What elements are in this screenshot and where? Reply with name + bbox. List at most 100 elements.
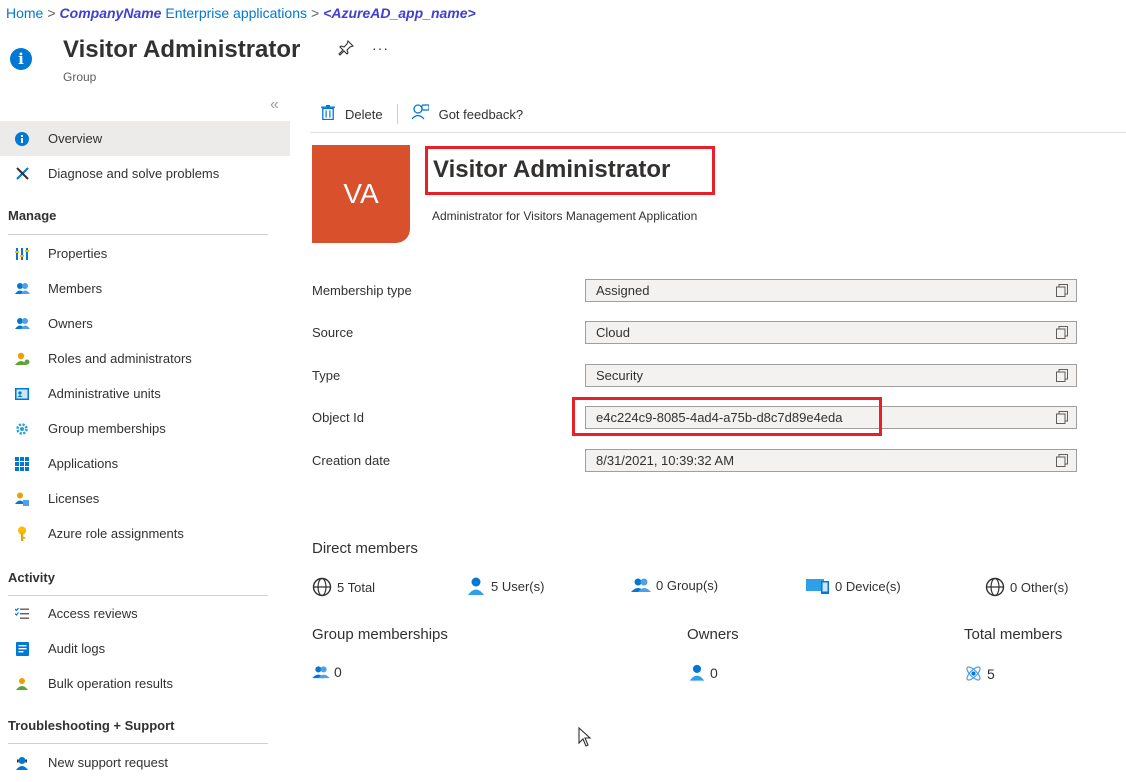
command-bar: Delete Got feedback?: [321, 104, 523, 124]
sidebar-item-label: Roles and administrators: [48, 351, 192, 366]
sidebar-item-label: Members: [48, 281, 103, 296]
section-header-manage: Manage: [8, 208, 57, 223]
owners-value: 0: [710, 664, 718, 681]
section-header-activity: Activity: [8, 570, 55, 585]
sidebar-item-properties[interactable]: Properties: [0, 236, 290, 271]
feedback-icon: [411, 104, 430, 124]
breadcrumb: Home > CompanyName Enterprise applications…: [6, 5, 476, 21]
group-name: Visitor Administrator: [433, 156, 671, 183]
total-members-value: 5: [987, 665, 995, 682]
breadcrumb-company[interactable]: CompanyName: [60, 5, 162, 21]
property-field-creation-date[interactable]: 8/31/2021, 10:39:32 AM: [585, 449, 1077, 472]
direct-members-users-value: 5 User(s): [491, 578, 545, 594]
sidebar-item-label: Licenses: [48, 491, 100, 506]
owners-icon: [14, 316, 30, 332]
toolbar-divider-line: [310, 132, 1126, 133]
property-label-membership-type: Membership type: [312, 283, 412, 298]
list-check-icon: [14, 606, 30, 622]
info-icon: i: [10, 48, 32, 70]
sidebar-item-label: Azure role assignments: [48, 526, 184, 541]
copy-icon[interactable]: [1056, 284, 1068, 297]
sidebar-item-audit-logs[interactable]: Audit logs: [0, 631, 290, 666]
copy-icon[interactable]: [1056, 326, 1068, 339]
sidebar-item-label: Administrative units: [48, 386, 161, 401]
direct-members-total[interactable]: 5 Total: [312, 577, 375, 597]
user-icon: [466, 577, 486, 595]
sidebar-item-new-support-request[interactable]: New support request: [0, 745, 290, 780]
sidebar-item-label: Group memberships: [48, 421, 166, 436]
group-description: Administrator for Visitors Management Ap…: [432, 209, 698, 223]
sidebar-item-owners[interactable]: Owners: [0, 306, 290, 341]
audit-log-icon: [14, 641, 30, 657]
pin-icon[interactable]: [338, 39, 355, 60]
total-members-count[interactable]: 5: [964, 664, 995, 683]
property-label-type: Type: [312, 368, 341, 383]
sidebar-item-label: Audit logs: [48, 641, 106, 656]
sidebar-item-access-reviews[interactable]: Access reviews: [0, 596, 290, 631]
page-title: Visitor Administrator: [63, 36, 301, 63]
sidebar-item-bulk-operation-results[interactable]: Bulk operation results: [0, 666, 290, 701]
breadcrumb-home[interactable]: Home: [6, 5, 43, 21]
section-divider: [8, 743, 268, 744]
feedback-button[interactable]: Got feedback?: [411, 104, 523, 124]
group-icon: [631, 577, 651, 593]
group-memberships-count[interactable]: 0: [312, 664, 342, 680]
section-header-troubleshooting: Troubleshooting + Support: [8, 718, 175, 733]
sidebar-item-licenses[interactable]: Licenses: [0, 481, 290, 516]
direct-members-devices[interactable]: 0 Device(s): [806, 577, 901, 595]
direct-members-groups[interactable]: 0 Group(s): [631, 577, 718, 593]
sidebar-item-members[interactable]: Members: [0, 271, 290, 306]
direct-members-others-value: 0 Other(s): [1010, 579, 1069, 595]
property-field-membership-type[interactable]: Assigned: [585, 279, 1077, 302]
user-icon: [688, 664, 706, 681]
info-icon: [14, 131, 30, 147]
sidebar-item-applications[interactable]: Applications: [0, 446, 290, 481]
copy-icon[interactable]: [1056, 454, 1068, 467]
owners-count[interactable]: 0: [688, 664, 718, 681]
sidebar-item-label: Diagnose and solve problems: [48, 166, 220, 181]
sidebar-item-roles[interactable]: Roles and administrators: [0, 341, 290, 376]
copy-icon[interactable]: [1056, 369, 1068, 382]
page-subtitle: Group: [63, 70, 97, 84]
property-value: Security: [596, 368, 643, 383]
direct-members-devices-value: 0 Device(s): [835, 578, 901, 594]
sidebar-item-admin-units[interactable]: Administrative units: [0, 376, 290, 411]
wrench-icon: [14, 166, 30, 182]
highlight-box-object-id: [572, 397, 882, 436]
bulk-icon: [14, 676, 30, 692]
sidebar: « Overview Diagnose and solve problems M…: [0, 96, 290, 782]
admin-units-icon: [14, 386, 30, 402]
sidebar-item-azure-role-assignments[interactable]: Azure role assignments: [0, 516, 290, 551]
property-field-source[interactable]: Cloud: [585, 321, 1077, 344]
property-value: Assigned: [596, 283, 650, 298]
copy-icon[interactable]: [1056, 411, 1068, 424]
sidebar-item-diagnose[interactable]: Diagnose and solve problems: [0, 156, 290, 191]
direct-members-groups-value: 0 Group(s): [656, 577, 719, 593]
direct-members-total-value: 5 Total: [337, 579, 376, 595]
gear-icon: [14, 421, 30, 437]
toolbar-divider: [396, 104, 398, 124]
trash-icon: [321, 104, 335, 124]
sidebar-item-overview[interactable]: Overview: [0, 121, 290, 156]
globe-icon: [312, 577, 332, 597]
sidebar-item-group-memberships[interactable]: Group memberships: [0, 411, 290, 446]
property-value: Cloud: [596, 325, 630, 340]
breadcrumb-enterprise-apps[interactable]: Enterprise applications: [165, 5, 307, 21]
sidebar-item-label: Properties: [48, 246, 108, 261]
atom-icon: [964, 664, 983, 683]
collapse-sidebar-button[interactable]: «: [270, 96, 279, 114]
property-field-type[interactable]: Security: [585, 364, 1077, 387]
direct-members-others[interactable]: 0 Other(s): [985, 577, 1069, 597]
more-options-icon[interactable]: ···: [372, 40, 389, 56]
key-icon: [14, 526, 30, 542]
breadcrumb-app[interactable]: <AzureAD_app_name>: [323, 5, 476, 21]
grid-icon: [14, 456, 30, 472]
sidebar-item-label: Owners: [48, 316, 93, 331]
group-memberships-value: 0: [334, 664, 342, 680]
globe-icon: [985, 577, 1005, 597]
group-avatar: VA: [312, 145, 410, 243]
delete-button[interactable]: Delete: [321, 104, 383, 124]
device-icon: [806, 577, 830, 595]
direct-members-users[interactable]: 5 User(s): [466, 577, 544, 595]
mouse-cursor-icon: [578, 726, 592, 753]
